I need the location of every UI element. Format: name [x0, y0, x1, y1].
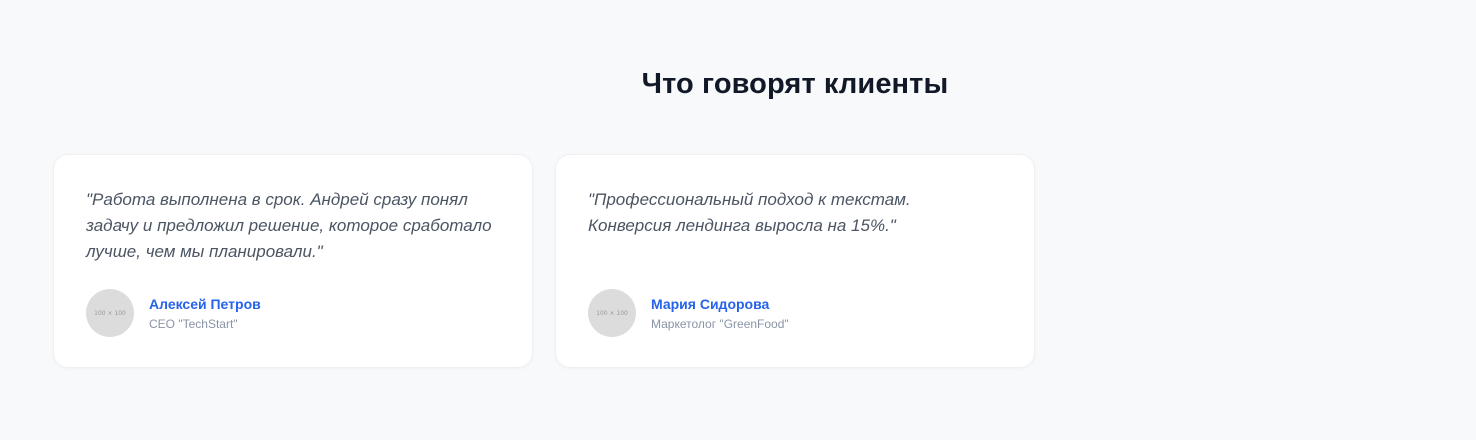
- testimonial-author: 100 × 100 Мария Сидорова Маркетолог "Gre…: [588, 289, 789, 337]
- testimonial-card: "Работа выполнена в срок. Андрей сразу п…: [53, 154, 533, 368]
- testimonial-author: 100 × 100 Алексей Петров CEO "TechStart": [86, 289, 261, 337]
- avatar: 100 × 100: [588, 289, 636, 337]
- section-title: Что говорят клиенты: [641, 68, 949, 100]
- author-info: Мария Сидорова Маркетолог "GreenFood": [651, 296, 789, 331]
- avatar: 100 × 100: [86, 289, 134, 337]
- author-name: Мария Сидорова: [651, 295, 770, 312]
- testimonial-card: "Профессиональный подход к текстам. Конв…: [555, 154, 1035, 368]
- testimonial-quote: "Профессиональный подход к текстам. Конв…: [588, 190, 911, 235]
- testimonials-section: Что говорят клиенты "Работа выполнена в …: [0, 0, 1476, 440]
- author-name: Алексей Петров: [149, 295, 261, 312]
- author-role: CEO "TechStart": [149, 316, 238, 331]
- testimonials-list: "Работа выполнена в срок. Андрей сразу п…: [53, 154, 1035, 368]
- author-info: Алексей Петров CEO "TechStart": [149, 296, 261, 331]
- testimonial-quote: "Работа выполнена в срок. Андрей сразу п…: [86, 190, 492, 261]
- author-role: Маркетолог "GreenFood": [651, 316, 789, 331]
